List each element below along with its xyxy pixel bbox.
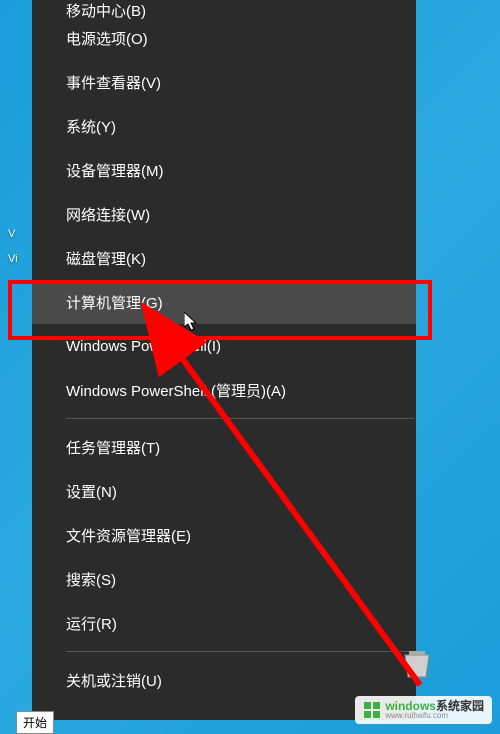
menu-item-label: 任务管理器(T)	[66, 437, 160, 458]
menu-item-device-manager[interactable]: 设备管理器(M)	[32, 148, 416, 192]
desktop-icon-text-partial: V	[8, 228, 15, 240]
menu-item-file-explorer[interactable]: 文件资源管理器(E)	[32, 513, 416, 557]
desktop-recycle-bin-icon[interactable]	[399, 645, 435, 686]
menu-item-power-options[interactable]: 电源选项(O)	[32, 16, 416, 60]
menu-item-label: 搜索(S)	[66, 569, 116, 590]
menu-item-task-manager[interactable]: 任务管理器(T)	[32, 425, 416, 469]
menu-item-event-viewer[interactable]: 事件查看器(V)	[32, 60, 416, 104]
menu-item-label: 设置(N)	[66, 481, 117, 502]
watermark-text: windows系统家园 www.ruihaifu.com	[385, 700, 484, 720]
menu-item-label: Windows PowerShell(I)	[66, 338, 221, 355]
menu-separator	[66, 418, 414, 419]
menu-item-powershell-admin[interactable]: Windows PowerShell (管理员)(A)	[32, 368, 416, 412]
menu-item-label: 文件资源管理器(E)	[66, 525, 191, 546]
menu-item-powershell[interactable]: Windows PowerShell(I)	[32, 324, 416, 368]
winx-context-menu: 移动中心(B) 电源选项(O) 事件查看器(V) 系统(Y) 设备管理器(M) …	[32, 0, 416, 720]
watermark-url: www.ruihaifu.com	[385, 712, 484, 720]
menu-item-label: 运行(R)	[66, 613, 117, 634]
watermark-badge: windows系统家园 www.ruihaifu.com	[355, 696, 492, 724]
menu-separator	[66, 651, 414, 652]
menu-item-run[interactable]: 运行(R)	[32, 601, 416, 645]
desktop-icon-text-partial: Vi	[8, 253, 18, 265]
menu-item-label: 磁盘管理(K)	[66, 248, 146, 269]
menu-item-label: 系统(Y)	[66, 116, 116, 137]
menu-item-computer-management[interactable]: 计算机管理(G)	[32, 280, 416, 324]
menu-item-settings[interactable]: 设置(N)	[32, 469, 416, 513]
menu-item-label: 关机或注销(U)	[66, 670, 162, 691]
menu-item-label: 移动中心(B)	[66, 0, 146, 21]
menu-item-label: Windows PowerShell (管理员)(A)	[66, 380, 286, 401]
tooltip-text: 开始	[23, 716, 47, 730]
menu-item-label: 计算机管理(G)	[66, 292, 163, 313]
menu-item-network-connections[interactable]: 网络连接(W)	[32, 192, 416, 236]
menu-item-label: 事件查看器(V)	[66, 72, 161, 93]
menu-item-label: 网络连接(W)	[66, 204, 150, 225]
menu-item-label: 电源选项(O)	[66, 28, 148, 49]
menu-item-system[interactable]: 系统(Y)	[32, 104, 416, 148]
start-button-tooltip: 开始	[16, 711, 54, 734]
watermark-logo-icon	[363, 701, 381, 719]
menu-item-disk-management[interactable]: 磁盘管理(K)	[32, 236, 416, 280]
menu-item-search[interactable]: 搜索(S)	[32, 557, 416, 601]
menu-item-label: 设备管理器(M)	[66, 160, 164, 181]
menu-item-mobility-center[interactable]: 移动中心(B)	[32, 0, 416, 16]
